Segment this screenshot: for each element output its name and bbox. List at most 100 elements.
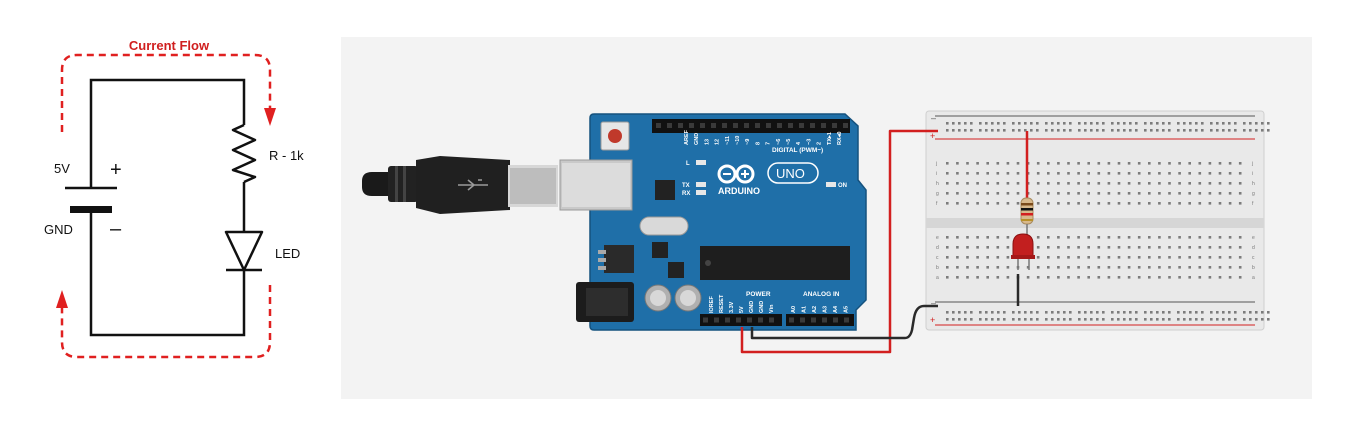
breadboard-hole (1067, 276, 1070, 279)
breadboard-hole (997, 129, 1000, 132)
breadboard-hole (946, 172, 949, 175)
breadboard-hole (1216, 311, 1219, 314)
breadboard-hole (1148, 236, 1151, 239)
breadboard-hole (1249, 318, 1252, 321)
breadboard-hole (976, 236, 979, 239)
breadboard-hole (1201, 129, 1204, 132)
breadboard-hole (1148, 202, 1151, 205)
breadboard-hole (1097, 162, 1101, 165)
breadboard-hole (1117, 236, 1121, 239)
model-label: UNO (776, 166, 805, 181)
breadboard-hole (991, 318, 994, 321)
current-flow-arrow-icon (264, 108, 276, 126)
breadboard-hole (1177, 311, 1180, 314)
breadboard-hole (976, 246, 979, 249)
breadboard-hole (1243, 122, 1246, 125)
breadboard-hole (1078, 311, 1081, 314)
breadboard-hole (956, 182, 959, 185)
breadboard-hole (1168, 122, 1171, 125)
breadboard-hole (1216, 129, 1219, 132)
breadboard-hole (1218, 246, 1222, 249)
breadboard-hole (986, 202, 989, 205)
header-socket (744, 123, 749, 128)
breadboard-hole (1078, 129, 1081, 132)
breadboard-hole (1016, 172, 1020, 175)
breadboard-hole (1168, 182, 1171, 185)
breadboard-hole (1018, 318, 1021, 321)
breadboard-hole (996, 236, 1000, 239)
breadboard-hole (1107, 236, 1111, 239)
breadboard-hole (1168, 318, 1171, 321)
led-label: LED (275, 246, 300, 261)
breadboard-hole (1006, 162, 1010, 165)
breadboard-hole (1137, 236, 1141, 239)
breadboard-hole (1047, 192, 1050, 195)
breadboard-hole (1097, 276, 1101, 279)
breadboard-hole (1198, 266, 1202, 269)
breadboard-hole (1218, 266, 1222, 269)
breadboard-hole (1030, 122, 1033, 125)
breadboard-hole (1057, 236, 1060, 239)
breadboard-hole (1150, 311, 1153, 314)
breadboard-hole (1003, 129, 1006, 132)
breadboard-hole (1210, 311, 1213, 314)
breadboard-hole (1216, 122, 1219, 125)
pin-label: 12 (715, 139, 721, 145)
row-letter: b (936, 265, 939, 271)
breadboard-hole (1006, 246, 1010, 249)
breadboard-hole (964, 129, 967, 132)
breadboard-hole (976, 266, 979, 269)
breadboard: j ji ih hg gf fe ed dc cb ba a – + – + (925, 110, 1270, 331)
row-letter: g (1252, 191, 1255, 197)
breadboard-hole (946, 318, 949, 321)
breadboard-hole (1168, 172, 1171, 175)
breadboard-hole (1148, 276, 1151, 279)
breadboard-hole (1137, 192, 1141, 195)
header-socket (777, 123, 782, 128)
breadboard-hole (1198, 202, 1202, 205)
breadboard-hole (1102, 122, 1105, 125)
breadboard-hole (1018, 122, 1021, 125)
breadboard-hole (1069, 311, 1072, 314)
breadboard-hole (1047, 172, 1050, 175)
row-letter: e (1252, 235, 1255, 241)
breadboard-hole (956, 202, 959, 205)
circuit-figure: Current Flow 5V + GND – R - 1k LED L TX … (44, 37, 1312, 399)
breadboard-hole (1087, 162, 1090, 165)
breadboard-hole (1117, 122, 1120, 125)
breadboard-hole (1107, 202, 1111, 205)
breadboard-hole (1063, 318, 1066, 321)
breadboard-hole (1127, 192, 1131, 195)
breadboard-hole (1216, 318, 1219, 321)
breadboard-hole (952, 311, 955, 314)
breadboard-hole (1208, 182, 1212, 185)
breadboard-hole (1158, 266, 1161, 269)
breadboard-hole (1111, 129, 1114, 132)
breadboard-hole (1222, 318, 1225, 321)
breadboard-hole (1255, 318, 1258, 321)
rail-minus-top: – (931, 113, 936, 123)
breadboard-hole (976, 202, 979, 205)
breadboard-hole (1218, 182, 1222, 185)
pin-label: ~9 (745, 139, 751, 145)
breadboard-hole (1057, 246, 1060, 249)
breadboard-hole (1117, 182, 1121, 185)
breadboard-hole (1003, 311, 1006, 314)
breadboard-hole (1006, 276, 1010, 279)
breadboard-hole (1107, 256, 1111, 259)
breadboard-hole (996, 256, 1000, 259)
breadboard-hole (1087, 182, 1090, 185)
breadboard-hole (1117, 162, 1121, 165)
breadboard-hole (1228, 276, 1232, 279)
breadboard-hole (1228, 172, 1232, 175)
breadboard-hole (1057, 318, 1060, 321)
breadboard-hole (986, 246, 989, 249)
breadboard-hole (970, 318, 973, 321)
breadboard-hole (1222, 129, 1225, 132)
header-socket (678, 123, 683, 128)
breadboard-hole (1228, 182, 1232, 185)
breadboard-hole (1189, 311, 1192, 314)
breadboard-hole (1208, 192, 1212, 195)
row-letter: a (1252, 275, 1255, 281)
breadboard-hole (1255, 129, 1258, 132)
